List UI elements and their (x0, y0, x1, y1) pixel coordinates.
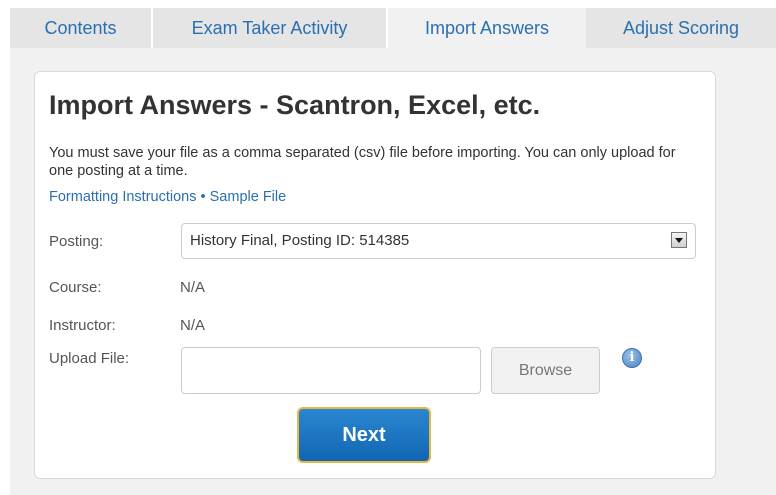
browse-button[interactable]: Browse (491, 347, 600, 394)
page-title: Import Answers - Scantron, Excel, etc. (49, 90, 541, 120)
next-button[interactable]: Next (297, 407, 431, 463)
upload-file-label: Upload File: (49, 350, 130, 367)
instructor-label: Instructor: (49, 317, 116, 334)
formatting-instructions-link[interactable]: Formatting Instructions (49, 189, 196, 205)
tab-import-answers[interactable]: Import Answers (388, 8, 586, 48)
main-area: Import Answers - Scantron, Excel, etc. Y… (10, 48, 776, 495)
posting-label: Posting: (49, 233, 104, 250)
sample-file-link[interactable]: Sample File (210, 189, 287, 205)
help-links: Formatting Instructions • Sample File (49, 189, 286, 205)
instructor-value: N/A (180, 317, 206, 334)
import-panel: Import Answers - Scantron, Excel, etc. Y… (34, 71, 716, 479)
tab-bar: Contents Exam Taker Activity Import Answ… (10, 8, 776, 48)
link-separator: • (200, 189, 206, 205)
posting-select[interactable]: History Final, Posting ID: 514385 (181, 223, 696, 259)
upload-file-input[interactable] (181, 347, 481, 394)
tab-adjust-scoring[interactable]: Adjust Scoring (586, 8, 776, 48)
posting-selected-value: History Final, Posting ID: 514385 (190, 232, 410, 249)
tab-exam-taker-activity[interactable]: Exam Taker Activity (153, 8, 388, 48)
import-description: You must save your file as a comma separ… (49, 145, 676, 179)
info-icon[interactable]: i (622, 348, 642, 368)
course-label: Course: (49, 279, 102, 296)
dropdown-arrow-icon[interactable] (671, 232, 687, 248)
course-value: N/A (180, 279, 206, 296)
tab-contents[interactable]: Contents (10, 8, 153, 48)
